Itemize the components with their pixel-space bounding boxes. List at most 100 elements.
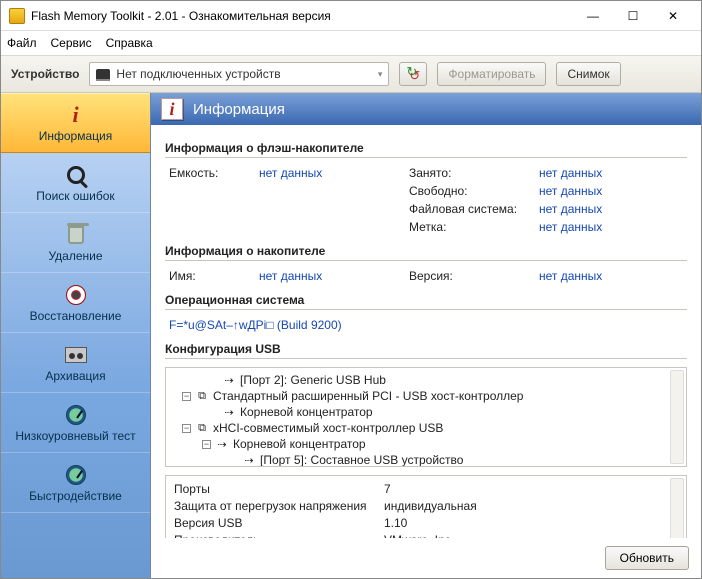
drive-version-label: Версия:	[409, 269, 539, 283]
overcurrent-value: индивидуальная	[384, 499, 678, 513]
scrollbar[interactable]	[670, 370, 684, 464]
volume-label-label: Метка:	[409, 220, 539, 234]
sidebar-item-label: Информация	[39, 129, 112, 143]
collapse-icon[interactable]: −	[182, 424, 191, 433]
free-value: нет данных	[539, 184, 687, 198]
overcurrent-label: Защита от перегрузок напряжения	[174, 499, 384, 513]
sidebar-item-information[interactable]: i Информация	[1, 93, 150, 153]
capacity-label: Емкость:	[169, 166, 259, 180]
usb-version-value: 1.10	[384, 516, 678, 530]
window-title: Flash Memory Toolkit - 2.01 - Ознакомите…	[31, 9, 573, 23]
refresh-icon	[406, 67, 420, 81]
sidebar-item-error-scan[interactable]: Поиск ошибок	[1, 153, 150, 213]
flash-grid: Емкость: нет данных Занято: нет данных С…	[169, 166, 687, 234]
format-button[interactable]: Форматировать	[437, 62, 546, 86]
lifebuoy-icon	[62, 283, 90, 307]
menu-service[interactable]: Сервис	[51, 36, 92, 50]
maximize-button[interactable]: ☐	[613, 2, 653, 30]
magnifier-icon	[62, 163, 90, 187]
controller-icon: ⧉	[195, 390, 209, 403]
content-area: Информация о флэш-накопителе Емкость: не…	[151, 125, 701, 538]
collapse-icon[interactable]: −	[182, 392, 191, 401]
toolbar: Устройство Нет подключенных устройств ▾ …	[1, 55, 701, 93]
sidebar-item-lowlevel[interactable]: Низкоуровневый тест	[1, 393, 150, 453]
tree-row[interactable]: −⧉ Стандартный расширенный PCI - USB хост…	[172, 388, 680, 404]
ports-label: Порты	[174, 482, 384, 496]
device-dropdown[interactable]: Нет подключенных устройств ▾	[89, 62, 389, 86]
disk-icon	[96, 69, 110, 79]
port-icon: ⇢	[242, 454, 256, 467]
free-label: Свободно:	[409, 184, 539, 198]
tree-row[interactable]: −⧉xHCI-совместимый хост-контроллер USB	[172, 420, 680, 436]
info-icon: i	[161, 98, 183, 120]
hub-icon: ⇢	[222, 406, 236, 419]
capacity-value: нет данных	[259, 166, 409, 180]
vendor-label: Производитель	[174, 533, 384, 538]
app-icon	[9, 8, 25, 24]
used-value: нет данных	[539, 166, 687, 180]
usb-tree[interactable]: ⇢[Порт 2]: Generic USB Hub −⧉Стандартный…	[165, 367, 687, 467]
refresh-button[interactable]: Обновить	[605, 546, 689, 570]
minimize-button[interactable]: —	[573, 2, 613, 30]
sidebar-item-label: Удаление	[48, 249, 102, 263]
controller-icon: ⧉	[195, 422, 209, 435]
sidebar-item-delete[interactable]: Удаление	[1, 213, 150, 273]
section-drive-info: Информация о накопителе	[165, 244, 687, 261]
tree-label: Стандартный расширенный PCI - USB хост-к…	[213, 389, 523, 403]
hub-icon: ⇢	[215, 438, 229, 451]
snapshot-button[interactable]: Снимок	[556, 62, 620, 86]
menu-file[interactable]: Файл	[7, 36, 37, 50]
sidebar-item-label: Архивация	[45, 369, 105, 383]
gauge-icon	[62, 463, 90, 487]
used-label: Занято:	[409, 166, 539, 180]
chevron-down-icon: ▾	[378, 69, 383, 80]
titlebar: Flash Memory Toolkit - 2.01 - Ознакомите…	[1, 1, 701, 31]
usb-properties: Порты 7 Защита от перегрузок напряжения …	[165, 475, 687, 538]
footer: Обновить	[151, 538, 701, 578]
tree-label: Корневой концентратор	[240, 405, 373, 419]
trash-icon	[62, 223, 90, 247]
device-label: Устройство	[11, 67, 79, 81]
tree-label: [Порт 5]: Составное USB устройство	[260, 453, 463, 467]
section-os: Операционная система	[165, 293, 687, 310]
tree-row[interactable]: −⇢ Корневой концентратор	[172, 436, 680, 452]
menu-help[interactable]: Справка	[106, 36, 153, 50]
tape-icon	[62, 343, 90, 367]
section-usb-config: Конфигурация USB	[165, 342, 687, 359]
panel-title: Информация	[193, 101, 285, 118]
tree-row[interactable]: ⇢ [Порт 2]: Generic USB Hub	[172, 372, 680, 388]
collapse-icon[interactable]: −	[202, 440, 211, 449]
tree-row[interactable]: ⇢ Корневой концентратор	[172, 404, 680, 420]
os-value: F=*u@SAt–↑wДPi□ (Build 9200)	[169, 318, 687, 332]
panel-header: i Информация	[151, 93, 701, 125]
main-panel: i Информация Информация о флэш-накопител…	[151, 93, 701, 578]
close-button[interactable]: ✕	[653, 2, 693, 30]
usb-version-label: Версия USB	[174, 516, 384, 530]
section-flash-info: Информация о флэш-накопителе	[165, 141, 687, 158]
sidebar-item-label: Низкоуровневый тест	[15, 429, 135, 443]
scrollbar[interactable]	[670, 478, 684, 538]
sidebar: i Информация Поиск ошибок Удаление Восст…	[1, 93, 151, 578]
drive-name-label: Имя:	[169, 269, 259, 283]
device-value: Нет подключенных устройств	[116, 67, 280, 81]
drive-grid: Имя: нет данных Версия: нет данных	[169, 269, 687, 283]
sidebar-item-label: Восстановление	[30, 309, 122, 323]
fs-label: Файловая система:	[409, 202, 539, 216]
sidebar-item-benchmark[interactable]: Быстродействие	[1, 453, 150, 513]
drive-name-value: нет данных	[259, 269, 409, 283]
port-icon: ⇢	[222, 374, 236, 387]
volume-label-value: нет данных	[539, 220, 687, 234]
sidebar-item-backup[interactable]: Архивация	[1, 333, 150, 393]
sidebar-item-recovery[interactable]: Восстановление	[1, 273, 150, 333]
refresh-devices-button[interactable]	[399, 62, 427, 86]
fs-value: нет данных	[539, 202, 687, 216]
tree-label: [Порт 2]: Generic USB Hub	[240, 373, 386, 387]
vendor-value: VMware, Inc.	[384, 533, 678, 538]
drive-version-value: нет данных	[539, 269, 687, 283]
ports-value: 7	[384, 482, 678, 496]
info-icon: i	[62, 103, 90, 127]
menubar: Файл Сервис Справка	[1, 31, 701, 55]
tree-label: Корневой концентратор	[233, 437, 366, 451]
tree-row[interactable]: ⇢ [Порт 5]: Составное USB устройство	[172, 452, 680, 467]
gauge-icon	[62, 403, 90, 427]
